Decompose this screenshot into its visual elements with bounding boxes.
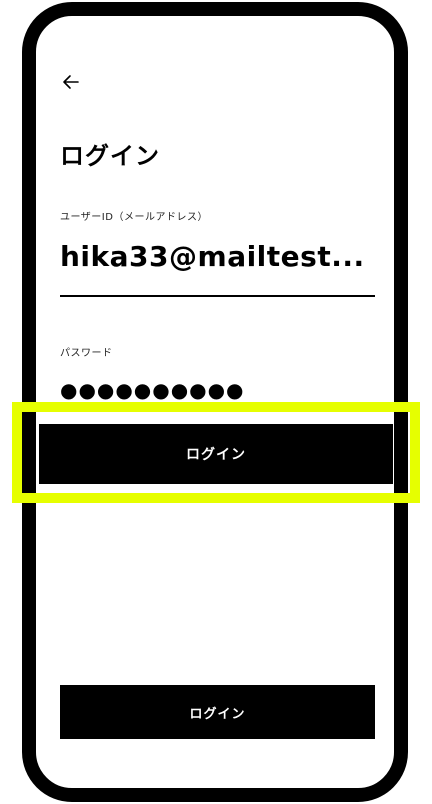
login-button-highlighted[interactable]: ログイン (39, 424, 393, 484)
userid-field[interactable]: hika33@mailtest... (60, 240, 365, 273)
userid-underline (60, 295, 375, 297)
userid-label: ユーザーID（メールアドレス） (60, 212, 208, 223)
password-label: パスワード (60, 348, 113, 359)
back-arrow-icon[interactable] (60, 70, 84, 94)
password-field[interactable]: ●●●●●●●●●● (60, 376, 245, 404)
page-title: ログイン (60, 142, 160, 170)
login-button[interactable]: ログイン (60, 685, 375, 739)
